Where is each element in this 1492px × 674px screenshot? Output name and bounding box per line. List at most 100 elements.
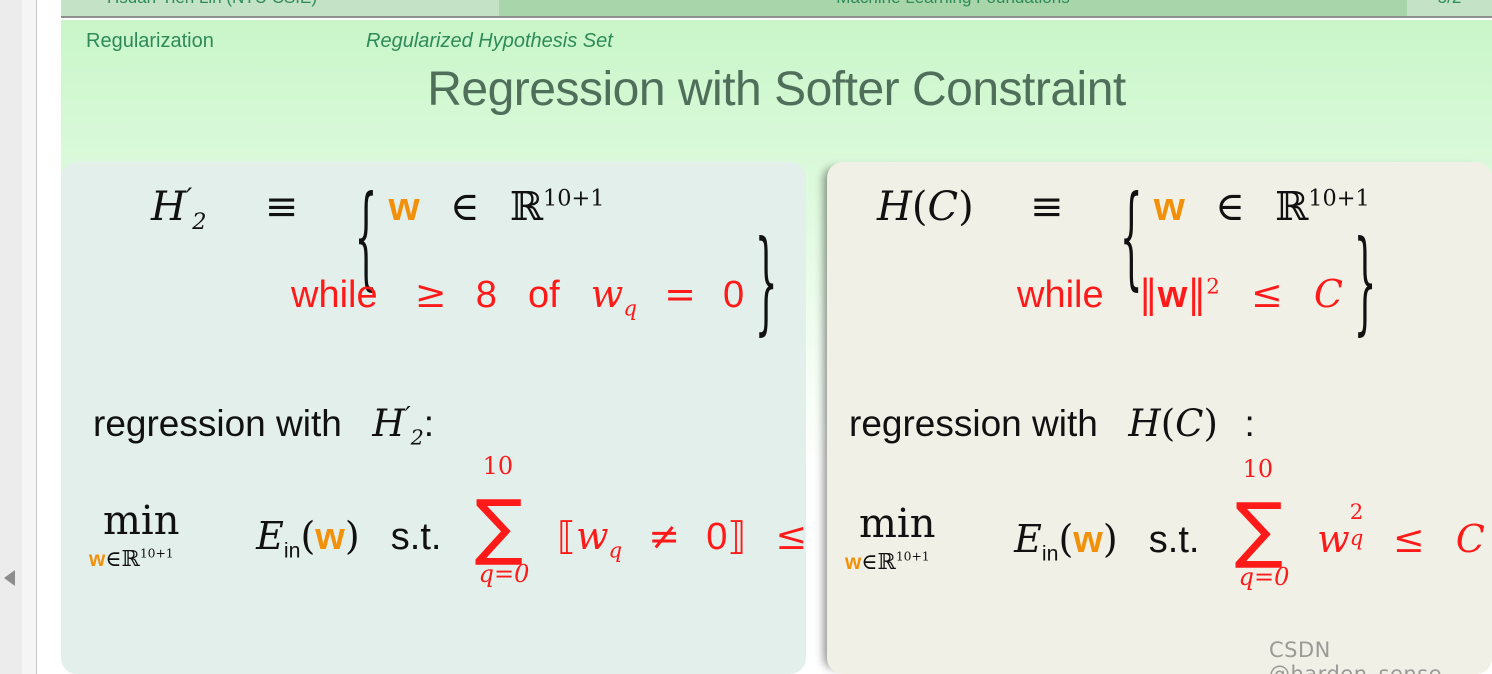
left-min-sub-exponent: 10+1: [139, 546, 174, 561]
header-author-block: Hsuan-Tien Lin (NTU CSIE): [61, 0, 499, 16]
left-iverson-close: ⟧: [727, 514, 747, 558]
left-objective-line: min w∈ℝ10+1 Ein(w) s.t. 10 ∑ q=0 ⟦wq ≠ 0…: [89, 452, 857, 588]
header-author: Hsuan-Tien Lin (NTU CSIE): [107, 0, 317, 8]
left-equiv-sign: ≡: [264, 184, 299, 230]
left-sum-glyph: ∑: [474, 483, 524, 568]
right-sum-term-exponent: 2: [1349, 500, 1364, 525]
left-while-keyword: while: [291, 274, 378, 316]
breadcrumb: Regularization Regularized Hypothesis Se…: [61, 30, 1492, 56]
left-zero-count: 8: [475, 274, 497, 316]
header-page-block: 5/2: [1407, 0, 1492, 16]
left-condition-line: while ≥ 8 of wq = 0 }: [291, 221, 778, 348]
right-min-subscript: w∈ℝ10+1: [845, 549, 930, 575]
right-error-paren-close: ): [1102, 517, 1118, 561]
left-error-paren-open: (: [300, 514, 316, 558]
left-min-glyph: min: [103, 497, 180, 544]
right-brace-close: }: [1353, 221, 1377, 349]
left-min-subscript: w∈ℝ10+1: [89, 546, 174, 572]
right-set-paren-open: (: [911, 184, 928, 230]
left-set-name: H: [151, 184, 186, 230]
right-regression-label-line: regression with H(C) :: [849, 402, 1255, 445]
right-regression-colon: :: [1244, 403, 1255, 444]
right-regression-param: C: [1175, 402, 1204, 445]
left-set-subscript: 2: [192, 209, 207, 235]
viewer-scroll-track[interactable]: [22, 0, 37, 674]
right-sum-term: w: [1317, 517, 1350, 561]
watermark-text: CSDN @harden_sense: [1269, 638, 1443, 674]
right-norm-exponent: 2: [1206, 274, 1220, 300]
left-error-subscript: in: [283, 538, 301, 563]
right-min-sub-vector: w: [845, 550, 862, 574]
right-min-operator: min w∈ℝ10+1: [845, 501, 977, 575]
left-regression-colon: :: [423, 403, 435, 444]
right-error-vector: w: [1073, 519, 1103, 561]
right-condition-line: while ‖w‖2 ≤ C }: [1017, 221, 1376, 348]
right-space-exponent: 10+1: [1308, 185, 1370, 212]
left-geq-sign: ≥: [414, 272, 447, 316]
right-error-symbol: E: [1014, 517, 1042, 561]
right-member-sign: ∈: [1215, 184, 1245, 230]
right-sum-term-scripts: 2q: [1349, 500, 1364, 552]
right-sum-lower-limit: q=0: [1238, 562, 1290, 591]
left-sum-term-sub: q: [608, 538, 623, 564]
right-norm-open: ‖: [1138, 272, 1158, 316]
panel-soft-constraint: H(C) ≡ { w ∈ ℝ10+1 while ‖w‖2 ≤ C } regr…: [827, 162, 1492, 674]
left-min-sub-vector: w: [89, 547, 106, 571]
right-regression-label: regression with: [849, 403, 1098, 444]
left-space-exponent: 10+1: [543, 185, 605, 212]
pdf-viewer: Hsuan-Tien Lin (NTU CSIE) Machine Learni…: [0, 0, 1492, 674]
right-regression-set: H: [1128, 402, 1161, 445]
right-condition-param: C: [1313, 272, 1343, 316]
breadcrumb-subsection: Regularized Hypothesis Set: [366, 30, 613, 52]
header-page-number: 5/2: [1407, 0, 1492, 8]
left-weight-vector: w: [388, 185, 420, 229]
right-summation: 10 ∑ q=0: [1235, 455, 1307, 591]
right-error-paren-open: (: [1058, 517, 1074, 561]
left-of-keyword: of: [527, 274, 560, 316]
left-leq-sign: ≤: [775, 514, 808, 558]
right-sum-term-subscript: q: [1349, 526, 1364, 551]
left-regression-set-prime: ′: [404, 402, 411, 432]
right-hypothesis-definition: H(C) ≡ { w ∈ ℝ10+1: [877, 176, 1370, 303]
left-member-sign: ∈: [449, 184, 480, 230]
previous-page-arrow-icon[interactable]: [4, 570, 15, 586]
left-summation: 10 ∑ q=0: [475, 452, 547, 588]
right-bound-value: C: [1455, 517, 1485, 561]
right-min-sub-exponent: 10+1: [895, 549, 930, 564]
left-regression-label-line: regression with H′2:: [93, 402, 434, 449]
left-error-paren-close: ): [344, 514, 360, 558]
right-weight-vector: w: [1153, 185, 1185, 229]
left-condition-value: 0: [723, 274, 745, 316]
right-sum-upper-limit: 10: [1242, 454, 1274, 483]
right-set-param: C: [927, 184, 959, 230]
right-equiv-sign: ≡: [1029, 184, 1064, 230]
left-condition-var-sub: q: [623, 296, 637, 322]
left-sum-lower-limit: q=0: [478, 559, 530, 588]
left-error-vector: w: [315, 516, 345, 558]
right-regression-paren-open: (: [1160, 402, 1176, 445]
header-divider-rule: [61, 16, 1492, 18]
breadcrumb-section: Regularization: [86, 30, 214, 52]
left-regression-label: regression with: [93, 403, 342, 444]
right-norm-vector: w: [1157, 274, 1188, 316]
left-hypothesis-definition: H′2 ≡ { w ∈ ℝ10+1: [151, 176, 605, 303]
slide-page: Hsuan-Tien Lin (NTU CSIE) Machine Learni…: [37, 0, 1492, 674]
right-set-paren-close: ): [958, 184, 974, 230]
left-neq-sign: ≠: [648, 514, 681, 558]
left-regression-set: H: [372, 402, 405, 445]
right-while-keyword: while: [1017, 274, 1104, 316]
left-sum-zero: 0: [706, 516, 728, 558]
left-sum-term: w: [575, 514, 609, 558]
right-min-sub-rest: ∈ℝ: [861, 549, 896, 575]
header-course-block: Machine Learning Foundations: [499, 0, 1407, 16]
left-iverson-open: ⟦: [557, 514, 576, 558]
left-min-operator: min w∈ℝ10+1: [89, 498, 221, 572]
left-brace-close: }: [754, 221, 778, 349]
left-equals-sign: =: [664, 272, 696, 316]
left-condition-var: w: [590, 272, 624, 316]
left-subject-to: s.t.: [390, 516, 442, 558]
left-set-prime: ′: [185, 182, 193, 215]
right-objective-leq: ≤: [1392, 517, 1425, 561]
left-real-space: ℝ: [509, 184, 544, 230]
left-error-symbol: E: [256, 514, 284, 558]
